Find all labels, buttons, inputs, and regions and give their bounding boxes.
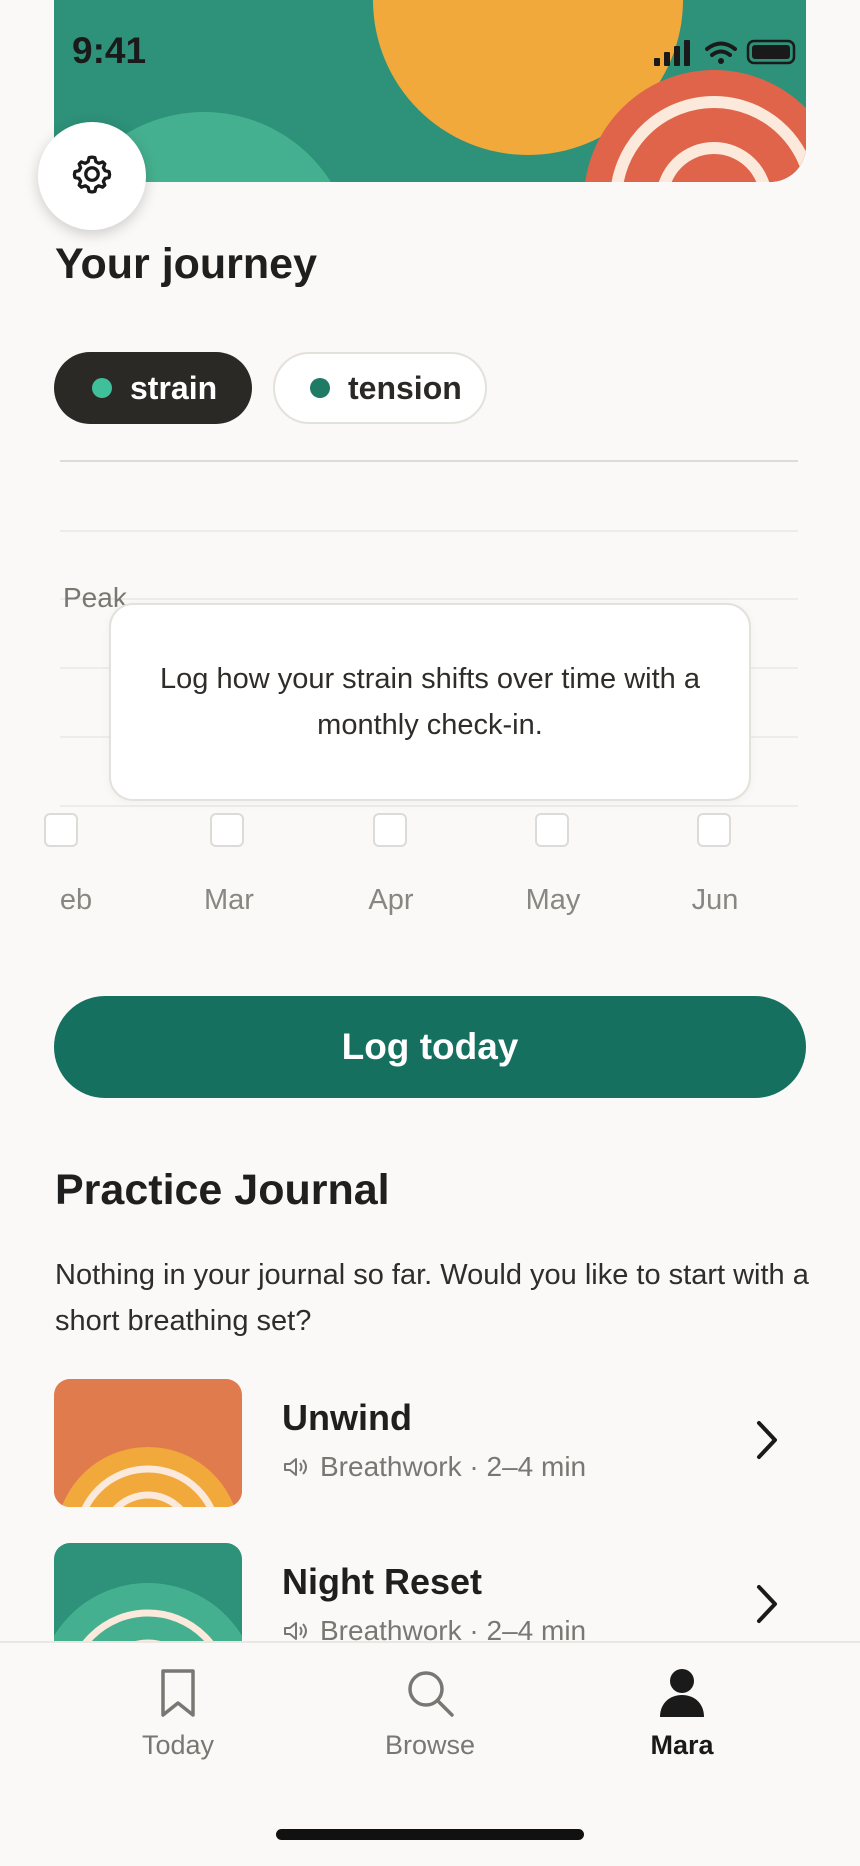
session-thumbnail — [54, 1379, 242, 1507]
nav-label: Mara — [650, 1730, 714, 1760]
signal-icon — [654, 40, 690, 66]
grid-line — [60, 598, 798, 600]
chip-label: strain — [130, 369, 218, 406]
month-label: Jun — [691, 884, 739, 916]
settings-button[interactable] — [38, 122, 146, 230]
session-name: Night Reset — [282, 1561, 483, 1602]
person-icon — [656, 1669, 708, 1723]
chevron-right-icon — [754, 1583, 780, 1630]
session-meta: Breathwork · 2–4 min — [282, 1451, 586, 1483]
gear-icon — [70, 152, 114, 201]
chip-strain[interactable]: strain — [54, 352, 252, 424]
search-icon — [404, 1671, 456, 1723]
session-meta-text: Breathwork · 2–4 min — [320, 1451, 587, 1482]
header-illustration — [54, 0, 806, 182]
nav-item-today[interactable]: Today — [98, 1667, 258, 1761]
month-checkbox[interactable] — [44, 813, 78, 847]
journey-title: Your journey — [55, 240, 318, 288]
tooltip-text: Log how your strain shifts over time wit… — [160, 663, 700, 741]
journal-title: Practice Journal — [55, 1166, 390, 1214]
month-checkbox[interactable] — [697, 813, 731, 847]
chart-tooltip: Log how your strain shifts over time wit… — [109, 603, 751, 801]
bookmark-icon — [154, 1669, 202, 1723]
nav-item-profile[interactable]: Mara — [602, 1667, 762, 1761]
home-indicator — [276, 1829, 584, 1840]
session-item-unwind[interactable]: Unwind Breathwork · 2–4 min — [54, 1379, 806, 1509]
month-label: eb — [59, 884, 93, 916]
status-icons — [650, 36, 800, 75]
log-today-button[interactable]: Log today — [54, 996, 806, 1098]
speaker-icon — [284, 1458, 307, 1476]
grid-line — [60, 460, 798, 462]
month-checkbox[interactable] — [373, 813, 407, 847]
nav-item-browse[interactable]: Browse — [350, 1667, 510, 1761]
month-checkbox[interactable] — [210, 813, 244, 847]
strain-dot — [92, 378, 112, 398]
chip-label: tension — [348, 369, 462, 406]
nav-label: Today — [141, 1730, 215, 1760]
month-label: May — [525, 884, 581, 916]
month-label: Mar — [204, 884, 254, 916]
month-checkbox[interactable] — [535, 813, 569, 847]
nav-label: Browse — [384, 1730, 476, 1760]
wifi-icon — [705, 41, 737, 64]
status-time: 9:41 — [72, 30, 147, 71]
battery-icon — [746, 39, 796, 65]
session-name: Unwind — [282, 1397, 412, 1438]
speaker-icon — [284, 1622, 307, 1640]
journal-empty-text: Nothing in your journal so far. Would yo… — [55, 1259, 809, 1337]
chevron-right-icon — [754, 1419, 780, 1466]
grid-line — [60, 530, 798, 532]
chip-tension[interactable]: tension — [273, 352, 487, 424]
tension-dot — [310, 378, 330, 398]
month-label: Apr — [368, 884, 414, 916]
grid-line — [60, 805, 798, 807]
